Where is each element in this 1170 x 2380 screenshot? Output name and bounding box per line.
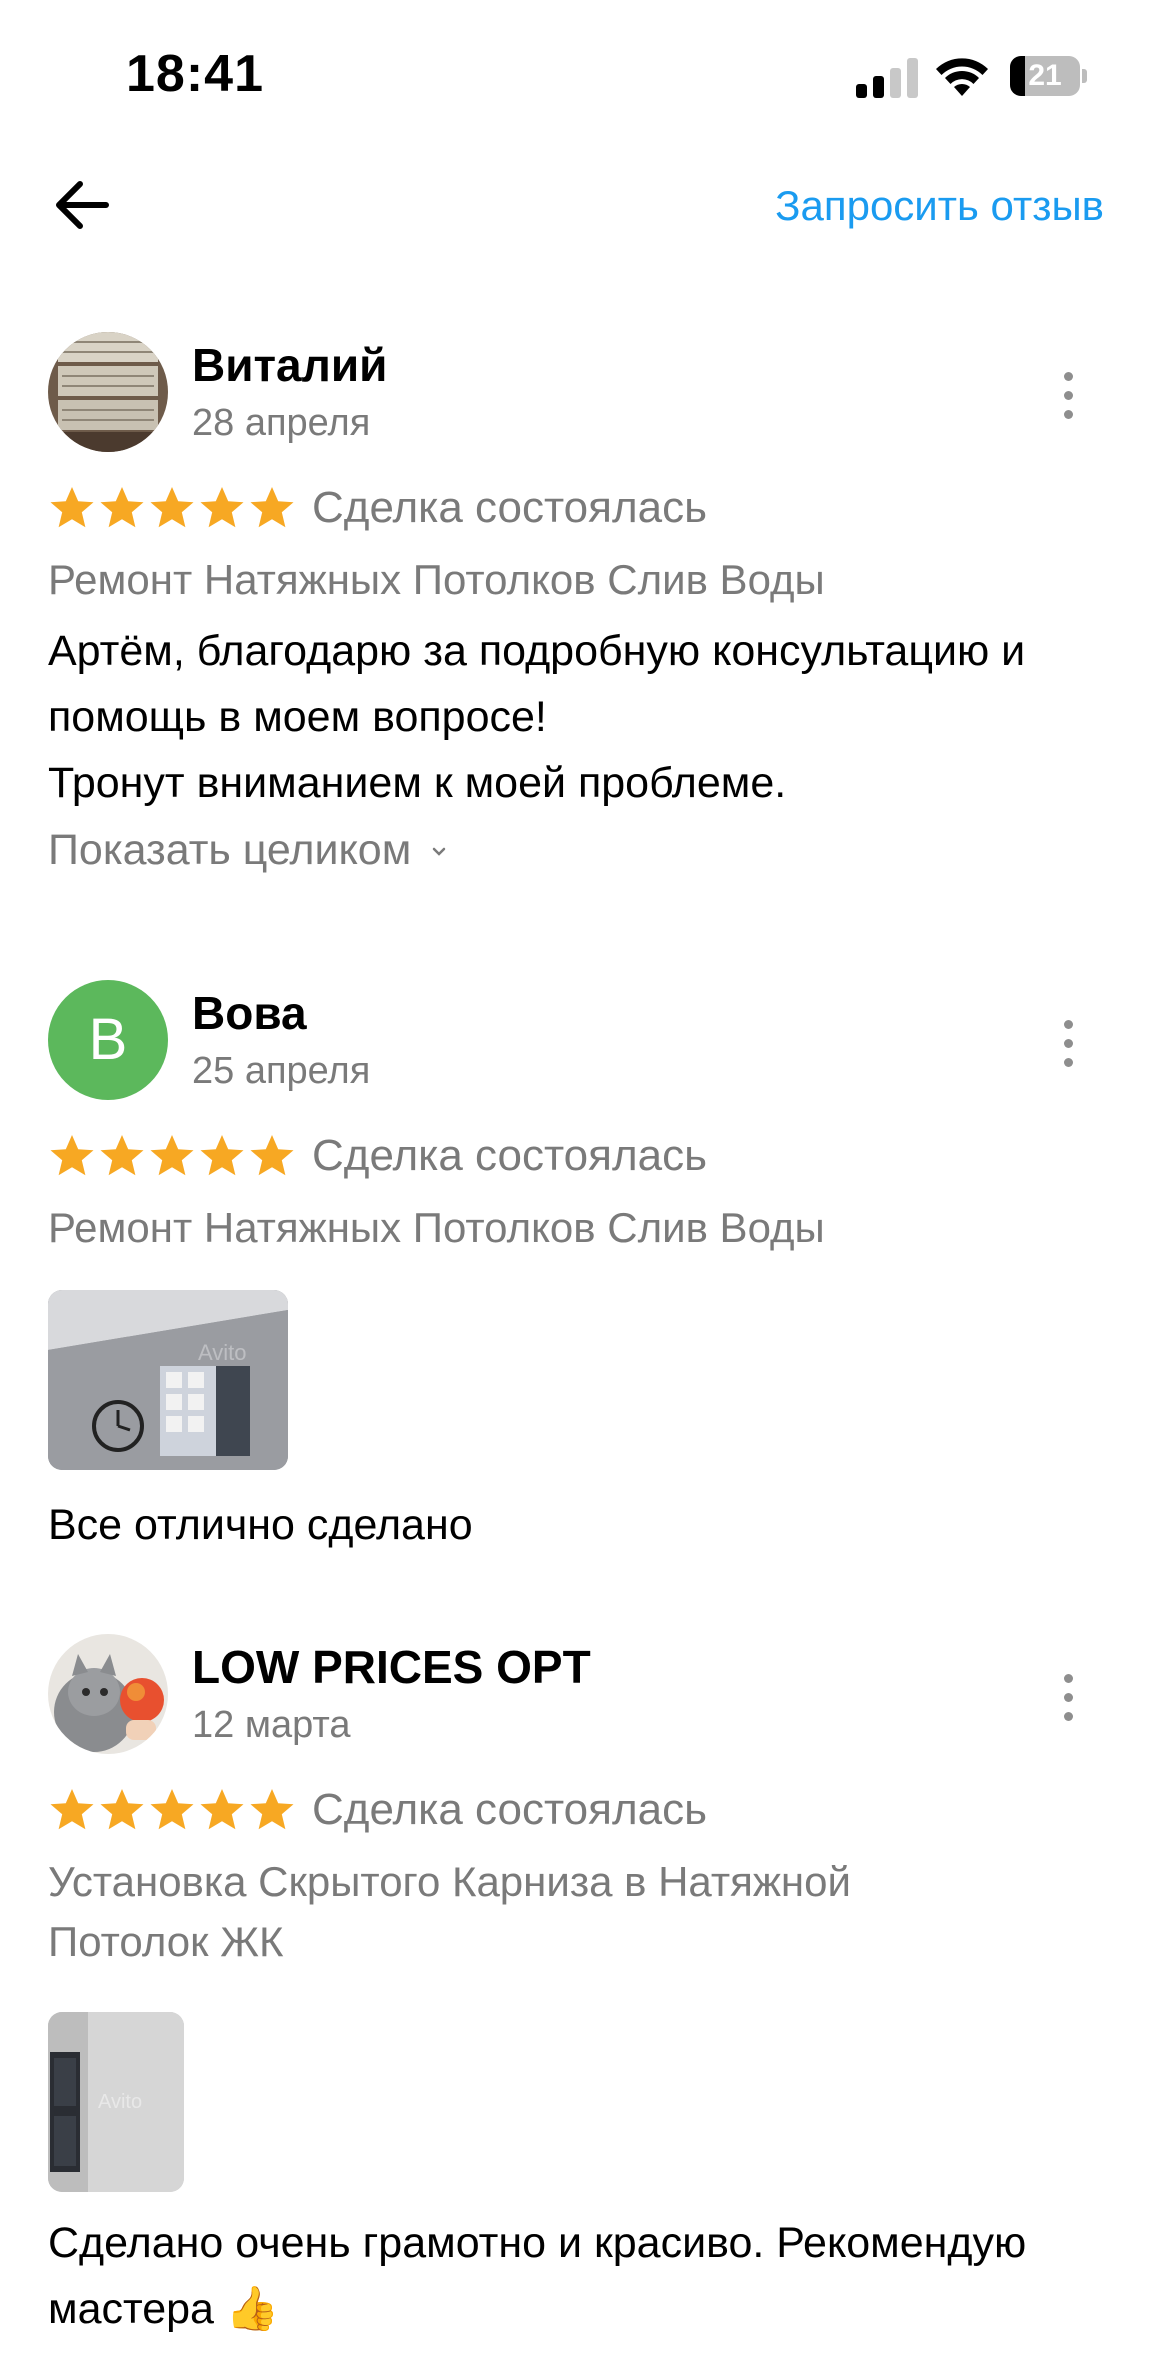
more-options-icon[interactable] — [1048, 368, 1088, 424]
avatar[interactable]: В — [48, 980, 168, 1100]
avatar[interactable] — [48, 1634, 168, 1754]
rating-row: Сделка состоялась — [48, 480, 707, 536]
review-date: 25 апреля — [192, 1050, 371, 1092]
review-text-line: Тронут вниманием к моей проблеме. — [48, 759, 787, 807]
request-review-link[interactable]: Запросить отзыв — [775, 182, 1104, 230]
rating-stars — [48, 484, 298, 532]
deal-status: Сделка состоялась — [312, 1785, 708, 1834]
review-card: LOW PRICES OPT 12 марта Сделка состоялас… — [48, 1634, 1128, 2334]
service-name: Ремонт Натяжных Потолков Слив Воды — [48, 1204, 825, 1251]
rating-stars — [48, 1786, 298, 1834]
star-icon — [100, 487, 144, 528]
avatar[interactable] — [48, 332, 168, 452]
deal-status: Сделка состоялась — [312, 1131, 708, 1180]
star-icon — [100, 1789, 144, 1830]
service-name: Установка Скрытого Карниза в Натяжной По… — [48, 1852, 1108, 1972]
star-icon — [200, 1789, 244, 1830]
star-icon — [150, 487, 194, 528]
review-card: Виталий 28 апреля Сделка состоялась Ремо… — [48, 332, 1128, 892]
rating-row: Сделка состоялась — [48, 1128, 707, 1184]
star-icon — [250, 487, 294, 528]
cellular-signal-icon — [856, 58, 920, 98]
chevron-down-icon — [433, 847, 446, 856]
review-text-line: помощь в моем вопросе! — [48, 693, 547, 741]
deal-status: Сделка состоялась — [312, 483, 708, 532]
star-icon — [200, 1135, 244, 1176]
review-text-line: мастера 👍 — [48, 2285, 280, 2333]
review-text: Все отлично сделано — [48, 1501, 473, 1549]
rating-row: Сделка состоялась — [48, 1782, 707, 1838]
star-icon — [150, 1789, 194, 1830]
review-date: 12 марта — [192, 1704, 351, 1746]
star-icon — [150, 1135, 194, 1176]
author-name: Виталий — [192, 339, 388, 391]
back-button[interactable] — [48, 170, 118, 240]
star-icon — [250, 1789, 294, 1830]
status-time: 18:41 — [126, 45, 264, 103]
service-name-line: Установка Скрытого Карниза в Натяжной — [48, 1858, 851, 1905]
photo-watermark: Avito — [198, 1340, 247, 1365]
more-options-icon[interactable] — [1048, 1670, 1088, 1726]
battery-level: 21 — [1028, 59, 1062, 92]
arrow-left-icon — [56, 181, 109, 229]
review-date: 28 апреля — [192, 402, 371, 444]
review-card: В Вова 25 апреля Сделка состоялась Ремон… — [48, 980, 1128, 1549]
star-icon — [50, 1789, 94, 1830]
author-name: LOW PRICES OPT — [192, 1641, 591, 1693]
star-icon — [200, 487, 244, 528]
service-name-line: Потолок ЖК — [48, 1918, 284, 1965]
status-bar: 18:41 21 — [0, 0, 1170, 150]
review-text-line: Сделано очень грамотно и красиво. Рекоме… — [48, 2219, 1027, 2267]
review-text: Сделано очень грамотно и красиво. Рекоме… — [48, 2210, 1128, 2342]
star-icon — [50, 487, 94, 528]
star-icon — [100, 1135, 144, 1176]
review-text-line: Артём, благодарю за подробную консультац… — [48, 627, 1026, 675]
review-photo[interactable]: Avito — [48, 2012, 184, 2192]
battery-icon: 21 — [1010, 56, 1087, 96]
review-photo[interactable]: Avito — [48, 1290, 288, 1470]
show-full-button[interactable]: Показать целиком — [48, 826, 449, 875]
star-icon — [50, 1135, 94, 1176]
show-full-label: Показать целиком — [48, 826, 412, 874]
more-options-icon[interactable] — [1048, 1016, 1088, 1072]
star-icon — [250, 1135, 294, 1176]
rating-stars — [48, 1132, 298, 1180]
wifi-icon — [936, 58, 988, 96]
service-name: Ремонт Натяжных Потолков Слив Воды — [48, 556, 825, 603]
author-name: Вова — [192, 987, 307, 1039]
photo-watermark: Avito — [98, 2091, 142, 2113]
review-text: Артём, благодарю за подробную консультац… — [48, 618, 1128, 816]
